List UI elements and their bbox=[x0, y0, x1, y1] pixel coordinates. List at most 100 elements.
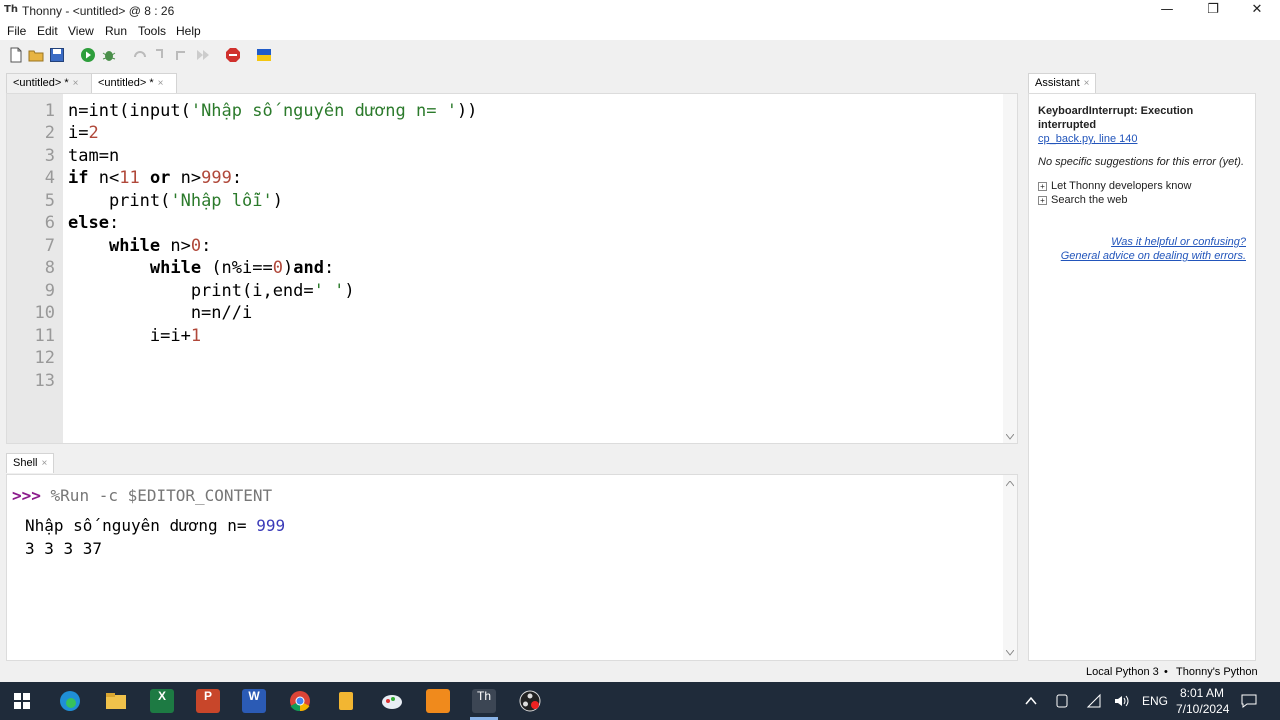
menu-file[interactable]: File bbox=[7, 24, 26, 38]
menu-edit[interactable]: Edit bbox=[37, 24, 58, 38]
scroll-up-icon[interactable] bbox=[1006, 481, 1014, 487]
ukraine-flag-icon[interactable] bbox=[256, 47, 272, 63]
restore-button[interactable]: ❐ bbox=[1190, 0, 1236, 22]
file-explorer-icon[interactable] bbox=[104, 689, 128, 713]
tab-close-icon[interactable]: × bbox=[41, 458, 47, 469]
line-number: 11 bbox=[34, 326, 55, 346]
line-number: 8 bbox=[44, 258, 55, 278]
stop-icon[interactable] bbox=[225, 47, 241, 63]
open-folder-icon[interactable] bbox=[28, 47, 44, 63]
thonny-app-icon: Th bbox=[4, 4, 18, 15]
line-number: 3 bbox=[44, 146, 55, 166]
new-file-icon[interactable] bbox=[8, 47, 24, 63]
menu-tools[interactable]: Tools bbox=[138, 24, 166, 38]
excel-icon[interactable]: X bbox=[150, 689, 174, 713]
line-number: 13 bbox=[34, 371, 55, 391]
option-label: Let Thonny developers know bbox=[1051, 180, 1192, 192]
line-number: 5 bbox=[44, 191, 55, 211]
meet-now-icon[interactable] bbox=[1055, 693, 1069, 709]
edge-icon[interactable] bbox=[58, 689, 82, 713]
scroll-down-icon[interactable] bbox=[1006, 650, 1014, 656]
python-name-label[interactable]: Thonny's Python bbox=[1176, 666, 1258, 678]
line-number: 9 bbox=[44, 281, 55, 301]
editor-scrollbar[interactable] bbox=[1003, 94, 1017, 443]
line-number: 6 bbox=[44, 213, 55, 233]
tab-untitled-2[interactable]: <untitled> * × bbox=[91, 73, 177, 93]
line-number-gutter: 1 2 3 4 5 6 7 8 9 10 11 12 13 bbox=[7, 94, 63, 443]
scroll-down-icon[interactable] bbox=[1006, 434, 1014, 440]
option-label: Search the web bbox=[1051, 194, 1128, 206]
debug-icon[interactable] bbox=[101, 47, 117, 63]
paint-icon[interactable] bbox=[380, 689, 404, 713]
code-line[interactable]: n=int(input('Nhập số nguyên dương n= ')) bbox=[68, 101, 477, 121]
advice-link[interactable]: General advice on dealing with errors. bbox=[1061, 250, 1246, 262]
code-line[interactable]: tam=n bbox=[68, 146, 119, 166]
obs-icon[interactable] bbox=[518, 689, 542, 713]
notes-icon[interactable] bbox=[334, 689, 358, 713]
option-let-developers-know[interactable]: + Let Thonny developers know bbox=[1038, 180, 1191, 192]
save-icon[interactable] bbox=[49, 47, 65, 63]
windows-start-icon[interactable] bbox=[10, 689, 34, 713]
line-number: 2 bbox=[44, 123, 55, 143]
line-number: 4 bbox=[44, 168, 55, 188]
expand-icon[interactable]: + bbox=[1038, 182, 1047, 191]
code-line[interactable]: n=n//i bbox=[68, 303, 252, 323]
thonny-icon[interactable]: Th bbox=[472, 689, 496, 713]
tab-close-icon[interactable]: × bbox=[1084, 78, 1090, 89]
code-line[interactable]: i=2 bbox=[68, 123, 99, 143]
clock-time[interactable]: 8:01 AM bbox=[1180, 686, 1224, 700]
tab-label: <untitled> * bbox=[98, 77, 154, 89]
tab-close-icon[interactable]: × bbox=[158, 78, 164, 89]
code-line[interactable]: else: bbox=[68, 213, 119, 233]
tab-untitled-1[interactable]: <untitled> * × bbox=[6, 73, 92, 93]
language-indicator[interactable]: ENG bbox=[1142, 694, 1168, 708]
line-number: 12 bbox=[34, 348, 55, 368]
menu-help[interactable]: Help bbox=[176, 24, 201, 38]
menu-view[interactable]: View bbox=[68, 24, 94, 38]
code-line[interactable]: if n<11 or n>999: bbox=[68, 168, 242, 188]
word-icon[interactable]: W bbox=[242, 689, 266, 713]
step-into-icon bbox=[156, 49, 163, 58]
option-search-web[interactable]: + Search the web bbox=[1038, 194, 1127, 206]
code-line[interactable]: i=i+1 bbox=[68, 326, 201, 346]
wifi-icon[interactable] bbox=[1086, 693, 1102, 709]
tab-assistant[interactable]: Assistant × bbox=[1028, 73, 1096, 93]
code-line[interactable]: while n>0: bbox=[68, 236, 211, 256]
menu-run[interactable]: Run bbox=[105, 24, 127, 38]
interpreter-label[interactable]: Local Python 3 bbox=[1086, 666, 1159, 678]
shell-scrollbar[interactable] bbox=[1003, 475, 1017, 660]
powerpoint-icon[interactable]: P bbox=[196, 689, 220, 713]
tab-close-icon[interactable]: × bbox=[73, 78, 79, 89]
menu-bar: File Edit View Run Tools Help bbox=[0, 22, 1280, 40]
tab-label: <untitled> * bbox=[13, 77, 69, 89]
close-window-button[interactable]: ✕ bbox=[1234, 0, 1280, 22]
shell-output-result: 3 3 3 37 bbox=[25, 539, 103, 558]
run-icon[interactable] bbox=[80, 47, 96, 63]
code-line[interactable]: print('Nhập lỗi') bbox=[68, 191, 283, 211]
minimize-button[interactable]: — bbox=[1144, 0, 1190, 22]
volume-icon[interactable] bbox=[1113, 693, 1131, 709]
clock-date[interactable]: 7/10/2024 bbox=[1176, 702, 1229, 716]
assistant-panel: KeyboardInterrupt: Execution interrupted… bbox=[1028, 93, 1256, 661]
chevron-up-icon[interactable] bbox=[1025, 696, 1037, 706]
step-over-icon bbox=[134, 51, 146, 58]
taskbar: X P W Th ENG 8:01 AM 7/10/2024 bbox=[0, 682, 1280, 720]
orange-app-icon[interactable] bbox=[426, 689, 450, 713]
code-editor[interactable]: 1 2 3 4 5 6 7 8 9 10 11 12 13 n=int(inpu… bbox=[6, 93, 1018, 444]
error-location-link[interactable]: cp_back.py, line 140 bbox=[1038, 133, 1137, 145]
status-separator: • bbox=[1164, 666, 1168, 678]
code-line[interactable]: while (n%i==0)and: bbox=[68, 258, 334, 278]
code-line[interactable]: print(i,end=' ') bbox=[68, 281, 355, 301]
shell-panel[interactable]: >>> %Run -c $EDITOR_CONTENT Nhập số nguy… bbox=[6, 474, 1018, 661]
notification-icon[interactable] bbox=[1241, 693, 1257, 709]
line-number: 10 bbox=[34, 303, 55, 323]
feedback-link[interactable]: Was it helpful or confusing? bbox=[1111, 236, 1246, 248]
no-suggestions-text: No specific suggestions for this error (… bbox=[1038, 156, 1245, 168]
line-number: 7 bbox=[44, 236, 55, 256]
shell-command-line: >>> %Run -c $EDITOR_CONTENT bbox=[12, 486, 272, 505]
expand-icon[interactable]: + bbox=[1038, 196, 1047, 205]
step-out-icon bbox=[176, 51, 185, 60]
chrome-icon[interactable] bbox=[288, 689, 312, 713]
tab-shell[interactable]: Shell × bbox=[6, 453, 54, 473]
tab-label: Shell bbox=[13, 457, 38, 469]
